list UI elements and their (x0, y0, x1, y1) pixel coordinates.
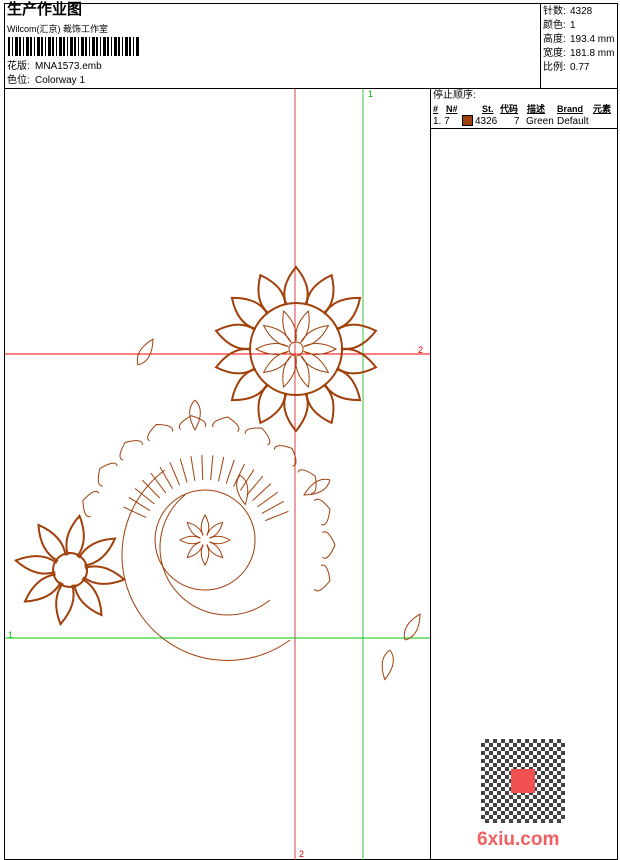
fan-scallop (178, 415, 207, 430)
flower-center (249, 302, 344, 396)
fan-scallop (244, 427, 271, 446)
fan-rib (123, 506, 147, 518)
fan-rib (150, 472, 167, 494)
rosette-petal (186, 521, 204, 539)
fan-scallop (273, 445, 297, 467)
rosette-petal (178, 535, 201, 545)
fan-rib (265, 510, 289, 522)
qr-code (481, 739, 565, 823)
fan-rib (179, 458, 188, 483)
leaf (236, 474, 249, 506)
fan-scallop (82, 490, 100, 518)
watermark-text: 6xiu.com (477, 829, 560, 850)
rosette-petal (206, 521, 224, 539)
production-worksheet: 生产作业图 Wilcom(汇京) 裁饰工作室 花版: MNA1573.emb 色… (0, 0, 620, 860)
guide-label-h2: 2 (418, 345, 424, 355)
side-flower-petal (55, 582, 75, 627)
leaf (189, 399, 201, 432)
side-flower-petal (65, 513, 85, 558)
fan-rib (225, 459, 235, 484)
side-flower-center (52, 552, 89, 588)
leaf (303, 478, 331, 496)
fan-rib (159, 466, 173, 489)
embroidery-design (5, 89, 430, 860)
fan-rib (218, 456, 225, 482)
fan-rib (252, 483, 272, 502)
fan-scallop (212, 416, 240, 432)
rosette-petal (200, 544, 210, 567)
guide-label-h1: 1 (8, 630, 14, 640)
fan-scallop (147, 423, 174, 442)
fan-scallop (313, 564, 331, 592)
flower-petal (305, 383, 335, 425)
guide-label-v2: 2 (299, 849, 305, 859)
flower-petal (283, 392, 309, 433)
rosette-ring (154, 489, 256, 591)
fan-rib (201, 455, 204, 481)
rosette-petal (200, 513, 210, 536)
fan-rib (134, 487, 155, 505)
leaf (381, 649, 394, 681)
fan-scallop (119, 440, 143, 461)
flower-petal (283, 265, 309, 306)
leaf (136, 338, 154, 366)
leaf (403, 613, 421, 641)
rosette-petal (209, 535, 232, 545)
flower-inner-petal (282, 309, 297, 343)
guide-label-v1: 1 (368, 89, 374, 99)
rosette-petal (206, 541, 224, 559)
fan-rib (190, 456, 196, 481)
fan-rib (128, 496, 151, 511)
rosette-petal (186, 541, 204, 559)
flower-inner-petal (295, 309, 310, 343)
fan-rib (169, 461, 181, 486)
fan-scallop (322, 531, 336, 559)
side-flower-petal (82, 565, 127, 585)
fan-rib (246, 475, 264, 496)
fan-rib (257, 491, 279, 508)
fan-rib (261, 500, 284, 514)
flower-inner-petal (282, 355, 297, 389)
side-flower-petal (13, 555, 58, 575)
fan-scallop (313, 498, 331, 526)
seal-logo (511, 769, 535, 793)
fan-scallop (97, 462, 118, 487)
fan-rib (233, 463, 245, 487)
flower-petal (257, 273, 287, 315)
flower-inner-petal (295, 355, 310, 389)
fan-rib (210, 455, 214, 481)
